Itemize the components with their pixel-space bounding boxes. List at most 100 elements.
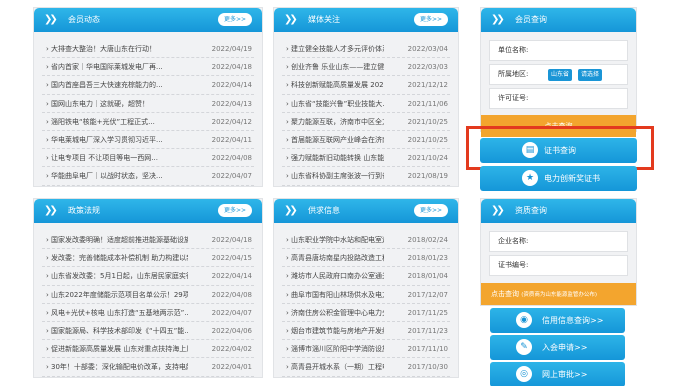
credit-query-label: 信用信息查询>> [542, 316, 604, 325]
news-item[interactable]: › 国家发改委明确！适度超前推进能源基础设施... 2022/04/18 [42, 231, 254, 250]
news-item[interactable]: › 让电专项目 不让项目等电一西网... 2022/04/08 [42, 149, 254, 168]
news-item-title[interactable]: › 30年！十部委：深化输配电价改革，支持电能... [46, 358, 188, 375]
news-item-title[interactable]: › 首届能源互联网产业峰会在济南... [286, 131, 384, 148]
news-item-title[interactable]: › 聚力能源互联，济南市中区全力... [286, 113, 384, 130]
online-approval-button[interactable]: ◎ 网上审批>> [490, 362, 625, 386]
news-item-title[interactable]: › 山东2022年度储能示范项目名单公示！29项目... [46, 286, 188, 303]
news-item-title[interactable]: › 国内首座昌吾三大快速充棕能力的... [46, 76, 188, 93]
news-item-title[interactable]: › 曲阜市国有阳山林场供水及电力维... [286, 286, 384, 303]
news-item[interactable]: › 发改委：完善储能成本补偿机制 助力构建以新... 2022/04/15 [42, 249, 254, 268]
news-item-title[interactable]: › 山东省科协副主席张波一行到省... [286, 167, 384, 184]
region-select-button[interactable]: 请选择 [578, 69, 603, 81]
news-item[interactable]: › 大排查大整治！大唐山东在行动！ 2022/04/19 [42, 40, 254, 59]
supply-more-button[interactable]: 更多>> [414, 204, 448, 217]
news-item-date: 2018/01/23 [407, 254, 448, 263]
news-item-title[interactable]: › 山东省发改委：5月1日起，山东居民家庭实行... [46, 267, 188, 284]
innovation-cert-button[interactable]: ★ 电力创新奖证书 [480, 166, 637, 191]
news-item-title[interactable]: › 山东职业学院中水站和配电室运行... [286, 231, 384, 248]
news-item-title[interactable]: › 省内首家｜华电国际莱城发电厂再... [46, 58, 188, 75]
news-item[interactable]: › 首届能源互联网产业峰会在济南... 2021/10/25 [282, 131, 450, 150]
policy-panel: ❯❯ 政策法规 更多>> › 国家发改委明确！适度超前推进能源基础设施... 20… [33, 198, 263, 378]
news-item[interactable]: › 风电+光伏+核电 山东打造“五基地两示范”... 2022/04/07 [42, 304, 254, 322]
news-item[interactable]: › 济南住房公积金管理中心电力分中... 2017/11/25 [282, 304, 450, 322]
news-item-title[interactable]: › 国网山东电力｜这就硬，超赞！ [46, 95, 188, 112]
news-item-date: 2022/04/08 [211, 154, 252, 163]
news-item-title[interactable]: › 国家发改委明确！适度超前推进能源基础设施... [46, 231, 188, 248]
unit-name-label: 单位名称: [498, 46, 529, 54]
news-item[interactable]: › 国网山东电力｜这就硬，超赞！ 2022/04/13 [42, 95, 254, 113]
news-item-title[interactable]: › 淄阳铁电“核能+光伏”工程正式... [46, 113, 188, 130]
policy-more-button[interactable]: 更多>> [218, 204, 252, 217]
news-item-title[interactable]: › 促进新能源高质量发展 山东对重点扶持海上风... [46, 340, 188, 357]
member-news-panel: ❯❯ 会员动态 更多>> › 大排查大整治！大唐山东在行动！ 2022/04/19… [33, 7, 263, 187]
news-item[interactable]: › 促进新能源高质量发展 山东对重点扶持海上风... 2022/04/02 [42, 340, 254, 359]
news-item-title[interactable]: › 风电+光伏+核电 山东打造“五基地两示范”... [46, 304, 188, 321]
news-item-title[interactable]: › 山东省“技能兴鲁”职业技能大... [286, 95, 384, 112]
media-news-more-button[interactable]: 更多>> [414, 13, 448, 26]
news-item[interactable]: › 淄博市淄川区阶阳中学消防设施检... 2017/11/10 [282, 340, 450, 359]
news-item[interactable]: › 高青县开城水系（一期）工程电力... 2017/10/30 [282, 358, 450, 377]
media-news-panel: ❯❯ 媒体关注 更多>> › 建立健全技能人才多元评价体系... 2022/03/… [273, 7, 459, 187]
news-item-title[interactable]: › 淄博市淄川区阶阳中学消防设施检... [286, 340, 384, 357]
news-item[interactable]: › 国内首座昌吾三大快速充棕能力的... 2022/04/14 [42, 76, 254, 95]
news-item-title[interactable]: › 高青县开城水系（一期）工程电力... [286, 358, 384, 375]
news-item-title[interactable]: › 潍坊市人民政府口南办公室通关中... [286, 267, 384, 284]
member-query-panel: ❯❯ 会员查询 单位名称: 所属地区: 山东省 请选择 许可证号: 点击查询 [480, 7, 637, 137]
media-news-list: › 建立健全技能人才多元评价体系... 2022/03/04 › 创业齐鲁 乐业山东… [282, 40, 450, 186]
news-item[interactable]: › 曲阜市国有阳山林场供水及电力维... 2017/12/07 [282, 286, 450, 304]
news-item-title[interactable]: › 大排查大整治！大唐山东在行动！ [46, 40, 188, 57]
news-item-title[interactable]: › 创业齐鲁 乐业山东——建立健全... [286, 58, 384, 75]
qualification-search-button[interactable]: 点击查询 (资质商为山东能源监管办公布) [481, 283, 636, 305]
news-item[interactable]: › 山东2022年度储能示范项目名单公示！29项目... 2022/04/08 [42, 286, 254, 304]
news-item-date: 2022/04/11 [211, 135, 252, 144]
news-item[interactable]: › 高青县唐坊南星内投路改造工程... 2018/01/23 [282, 249, 450, 268]
news-item[interactable]: › 创业齐鲁 乐业山东——建立健全... 2022/03/03 [282, 58, 450, 77]
member-query-header: ❯❯ 会员查询 [481, 8, 636, 32]
company-name-field[interactable]: 企业名称: [489, 231, 628, 252]
news-item-title[interactable]: › 建立健全技能人才多元评价体系... [286, 40, 384, 57]
news-item-title[interactable]: › 华能曲阜电厂｜以战时状态，坚决... [46, 167, 188, 184]
news-item-title[interactable]: › 烟台市建筑节能与房地产开发综合... [286, 322, 384, 339]
news-item-title[interactable]: › 科技创新赋能高质量发展 2021年... [286, 76, 384, 93]
award-icon: ★ [522, 170, 538, 186]
news-item[interactable]: › 山东省科协副主席张波一行到省... 2021/08/19 [282, 167, 450, 186]
credit-query-button[interactable]: ◉ 信用信息查询>> [490, 308, 625, 333]
news-item[interactable]: › 华能曲阜电厂｜以战时状态，坚决... 2022/04/07 [42, 167, 254, 186]
news-item-title[interactable]: › 强力赋能新旧动能转换 山东能源... [286, 149, 384, 166]
news-item[interactable]: › 潍坊市人民政府口南办公室通关中... 2018/01/04 [282, 267, 450, 286]
supply-header: ❯❯ 供求信息 更多>> [274, 199, 458, 223]
news-item[interactable]: › 30年！十部委：深化输配电价改革，支持电能... 2022/04/01 [42, 358, 254, 377]
news-item[interactable]: › 华电莱城电厂深入学习贯彻习近平... 2022/04/11 [42, 131, 254, 150]
news-item-date: 2022/04/18 [211, 63, 252, 72]
news-item-title[interactable]: › 发改委：完善储能成本补偿机制 助力构建以新... [46, 249, 188, 266]
news-item[interactable]: › 省内首家｜华电国际莱城发电厂再... 2022/04/18 [42, 58, 254, 77]
news-item-title[interactable]: › 济南住房公积金管理中心电力分中... [286, 304, 384, 321]
news-item[interactable]: › 山东省“技能兴鲁”职业技能大... 2021/11/06 [282, 95, 450, 113]
news-item-date: 2022/04/12 [211, 117, 252, 126]
news-item[interactable]: › 国家能源局、科学技术部印发《“十四五”能... 2022/04/06 [42, 322, 254, 341]
news-item[interactable]: › 淄阳铁电“核能+光伏”工程正式... 2022/04/12 [42, 113, 254, 131]
news-item-title[interactable]: › 国家能源局、科学技术部印发《“十四五”能... [46, 322, 188, 339]
region-value[interactable]: 山东省 [548, 69, 573, 81]
news-item-date: 2021/10/25 [407, 117, 448, 126]
news-item-date: 2022/04/14 [211, 81, 252, 90]
news-item[interactable]: › 科技创新赋能高质量发展 2021年... 2021/12/12 [282, 76, 450, 95]
news-item[interactable]: › 强力赋能新旧动能转换 山东能源... 2021/10/24 [282, 149, 450, 168]
news-item[interactable]: › 建立健全技能人才多元评价体系... 2022/03/04 [282, 40, 450, 59]
qualification-title: 资质查询 [515, 206, 547, 215]
media-news-header: ❯❯ 媒体关注 更多>> [274, 8, 458, 32]
news-item-title[interactable]: › 让电专项目 不让项目等电一西网... [46, 149, 188, 166]
news-item-title[interactable]: › 高青县唐坊南星内投路改造工程... [286, 249, 384, 266]
news-item[interactable]: › 山东职业学院中水站和配电室运行... 2018/02/24 [282, 231, 450, 250]
member-news-more-button[interactable]: 更多>> [218, 13, 252, 26]
news-item[interactable]: › 聚力能源互联，济南市中区全力... 2021/10/25 [282, 113, 450, 131]
news-item-title[interactable]: › 华电莱城电厂深入学习贯彻习近平... [46, 131, 188, 148]
unit-name-field[interactable]: 单位名称: [489, 40, 628, 61]
news-item[interactable]: › 山东省发改委：5月1日起，山东居民家庭实行... 2022/04/14 [42, 267, 254, 286]
policy-list: › 国家发改委明确！适度超前推进能源基础设施... 2022/04/18 › 发改委… [42, 231, 254, 377]
policy-header: ❯❯ 政策法规 更多>> [34, 199, 262, 223]
news-item[interactable]: › 烟台市建筑节能与房地产开发综合... 2017/11/23 [282, 322, 450, 341]
license-field[interactable]: 许可证号: [489, 88, 628, 109]
cert-number-field[interactable]: 证书编号: [489, 255, 628, 276]
join-apply-button[interactable]: ✎ 入会申请>> [490, 335, 625, 360]
